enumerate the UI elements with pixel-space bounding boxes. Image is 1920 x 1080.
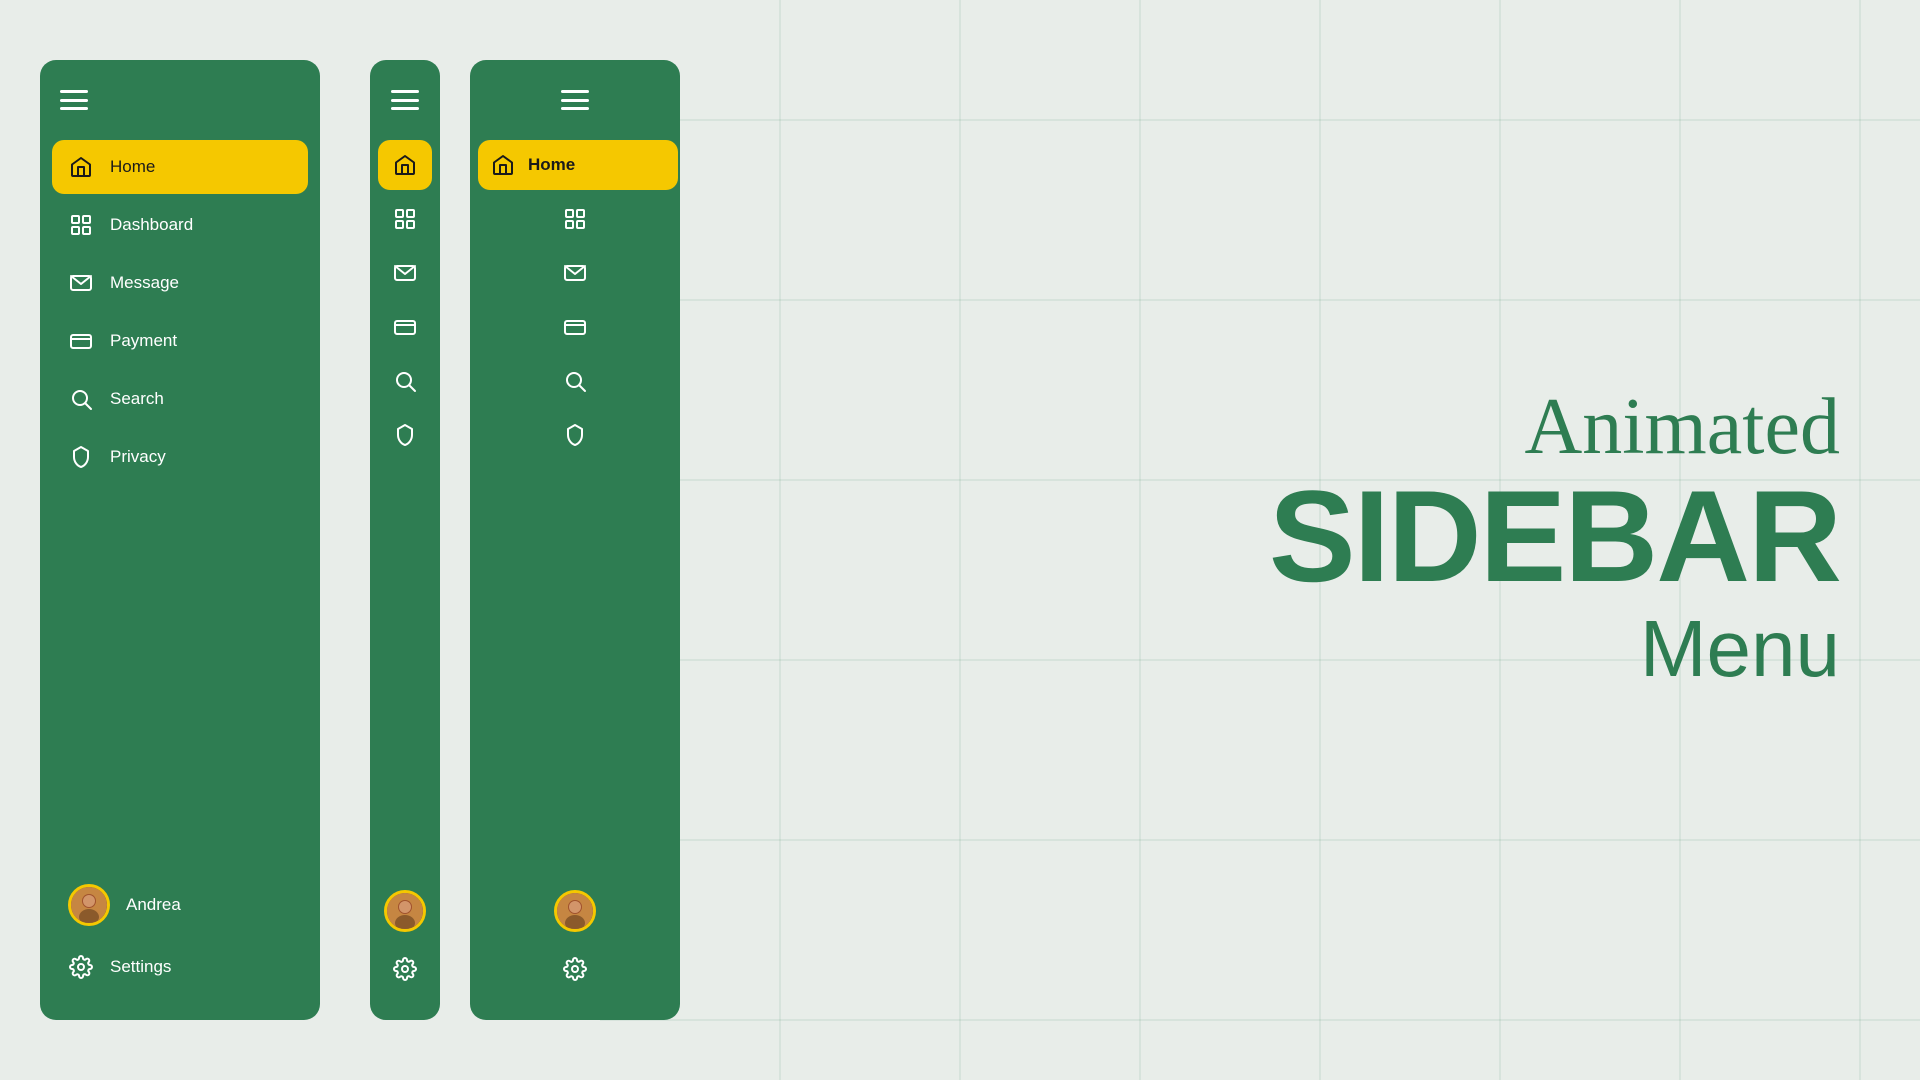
hamburger-button-2[interactable] — [370, 80, 440, 130]
hamburger-icon-2 — [391, 90, 419, 110]
nav-label-message: Message — [110, 273, 179, 293]
footer-user-2[interactable] — [378, 880, 432, 942]
sidebar-expanded: Home Dashboard — [40, 60, 320, 1020]
nav-item-home-3[interactable]: Home — [478, 140, 678, 190]
nav-item-dashboard-3[interactable] — [478, 194, 672, 244]
footer-settings-3[interactable] — [478, 946, 672, 992]
payment-icon-3 — [562, 314, 588, 340]
message-icon — [68, 270, 94, 296]
nav-item-privacy-3[interactable] — [478, 410, 672, 460]
nav-item-message-3[interactable] — [478, 248, 672, 298]
hamburger-button[interactable] — [40, 80, 320, 130]
settings-icon-3 — [562, 956, 588, 982]
footer-user-3[interactable] — [478, 880, 672, 942]
nav-item-search[interactable]: Search — [52, 372, 308, 426]
search-icon-3 — [562, 368, 588, 394]
nav-item-privacy[interactable]: Privacy — [52, 430, 308, 484]
nav-label-home-3: Home — [528, 155, 575, 175]
sidebar-nav-2 — [370, 130, 440, 864]
search-icon — [68, 386, 94, 412]
hamburger-line-6 — [391, 107, 419, 110]
home-icon-3 — [490, 152, 516, 178]
hamburger-line-3 — [60, 107, 88, 110]
nav-label-search: Search — [110, 389, 164, 409]
hamburger-line-2 — [60, 99, 88, 102]
sidebar-footer-3 — [470, 864, 680, 1000]
avatar-face-3 — [557, 893, 593, 929]
nav-label-dashboard: Dashboard — [110, 215, 193, 235]
nav-item-message-2[interactable] — [378, 248, 432, 298]
settings-icon-2 — [392, 956, 418, 982]
hamburger-icon — [60, 90, 88, 110]
hamburger-line-1 — [60, 90, 88, 93]
nav-item-payment-3[interactable] — [478, 302, 672, 352]
hamburger-line-9 — [561, 107, 589, 110]
nav-item-dashboard[interactable]: Dashboard — [52, 198, 308, 252]
hamburger-line-7 — [561, 90, 589, 93]
message-icon-2 — [392, 260, 418, 286]
avatar-face — [71, 887, 107, 923]
content-area: Home Dashboard — [0, 0, 1920, 1080]
avatar-3 — [554, 890, 596, 932]
payment-icon-2 — [392, 314, 418, 340]
sidebar-footer: Andrea Settings — [40, 856, 320, 1000]
nav-item-home[interactable]: Home — [52, 140, 308, 194]
privacy-icon-3 — [562, 422, 588, 448]
nav-label-privacy: Privacy — [110, 447, 166, 467]
nav-item-dashboard-2[interactable] — [378, 194, 432, 244]
avatar — [68, 884, 110, 926]
dashboard-icon-2 — [392, 206, 418, 232]
hamburger-line-5 — [391, 99, 419, 102]
sidebar-nav-3: Home — [470, 130, 680, 864]
search-icon-2 — [392, 368, 418, 394]
nav-item-payment-2[interactable] — [378, 302, 432, 352]
privacy-icon — [68, 444, 94, 470]
home-icon — [68, 154, 94, 180]
hamburger-button-3[interactable] — [470, 80, 680, 130]
footer-user-label: Andrea — [126, 895, 181, 915]
sidebar-footer-2 — [370, 864, 440, 1000]
payment-icon — [68, 328, 94, 354]
footer-settings-2[interactable] — [378, 946, 432, 992]
home-icon-2 — [392, 152, 418, 178]
avatar-2 — [384, 890, 426, 932]
hamburger-line-4 — [391, 90, 419, 93]
privacy-icon-2 — [392, 422, 418, 448]
nav-item-search-3[interactable] — [478, 356, 672, 406]
nav-label-payment: Payment — [110, 331, 177, 351]
hamburger-icon-3 — [561, 90, 589, 110]
avatar-face-2 — [387, 893, 423, 929]
message-icon-3 — [562, 260, 588, 286]
nav-item-search-2[interactable] — [378, 356, 432, 406]
dashboard-icon-3 — [562, 206, 588, 232]
sidebar-icon-only — [370, 60, 440, 1020]
nav-item-privacy-2[interactable] — [378, 410, 432, 460]
settings-icon — [68, 954, 94, 980]
dashboard-icon — [68, 212, 94, 238]
footer-settings[interactable]: Settings — [52, 942, 308, 992]
footer-user[interactable]: Andrea — [52, 872, 308, 938]
nav-item-payment[interactable]: Payment — [52, 314, 308, 368]
footer-settings-label: Settings — [110, 957, 171, 977]
hamburger-line-8 — [561, 99, 589, 102]
nav-item-message[interactable]: Message — [52, 256, 308, 310]
sidebar-nav: Home Dashboard — [40, 130, 320, 856]
nav-item-home-2[interactable] — [378, 140, 432, 190]
nav-label-home: Home — [110, 157, 155, 177]
sidebar-icon-home-label: Home — [470, 60, 680, 1020]
